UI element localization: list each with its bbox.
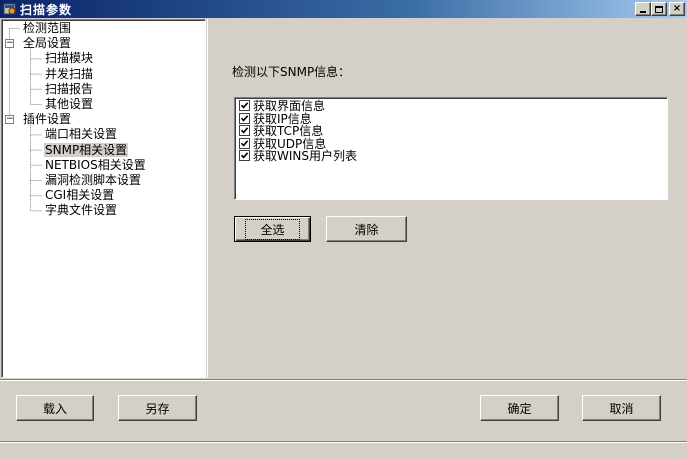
tree-item[interactable]: 漏洞检测脚本设置 [44,173,142,187]
tree-item[interactable]: 端口相关设置 [44,127,118,141]
checkmark-icon [240,127,249,134]
tree-item[interactable]: 插件设置 [22,112,72,126]
title-bar[interactable]: 扫描参数 × [0,0,687,18]
minimize-icon [640,11,646,13]
window-controls: × [635,2,685,16]
snmp-option-row[interactable]: 获取WINS用户列表 [239,149,357,164]
select-all-label: 全选 [245,218,300,240]
cancel-button[interactable]: 取消 [582,395,661,421]
tree-item[interactable]: 字典文件设置 [44,203,118,217]
ok-button[interactable]: 确定 [480,395,559,421]
tree-expander-icon[interactable]: − [5,115,14,125]
load-button[interactable]: 载入 [16,395,94,421]
close-icon: × [672,3,682,14]
checkmark-icon [240,114,249,122]
minimize-button[interactable] [635,2,651,16]
checkbox[interactable] [239,112,250,124]
snmp-options-list[interactable]: 获取界面信息 获取IP信息 获取TCP信息 获取UDP信息 获取WINS用户列表 [234,97,668,200]
tree-item[interactable]: 扫描模块 [44,51,94,65]
select-all-button[interactable]: 全选 [234,216,311,242]
save-as-button[interactable]: 另存 [118,395,197,421]
tree-item[interactable]: 扫描报告 [44,82,94,96]
checkbox[interactable] [239,150,250,162]
cancel-label: 取消 [609,401,634,416]
ok-label: 确定 [507,401,532,416]
snmp-option-label: 获取WINS用户列表 [253,149,357,164]
settings-tree[interactable]: 检测范围 全局设置 − 扫描模块 并发扫描 扫描报告 其他设置 插件设置 − 端口相关设置 SNMP… [1,19,206,378]
tree-item[interactable]: 并发扫描 [44,67,94,81]
app-window-icon [3,2,17,16]
tree-item[interactable]: SNMP相关设置 [44,142,129,157]
tree-item[interactable]: 全局设置 [22,36,72,50]
tree-expander-icon[interactable]: − [5,39,14,49]
status-bar [0,441,687,459]
tree-item[interactable]: NETBIOS相关设置 [44,158,147,172]
tree-item[interactable]: 检测范围 [22,21,72,35]
save-as-label: 另存 [145,401,170,416]
tree-item[interactable]: 其他设置 [44,97,94,111]
panel-divider [0,379,687,381]
maximize-button[interactable] [651,2,667,16]
checkbox[interactable] [239,137,250,149]
checkmark-icon [240,140,249,147]
snmp-section-label: 检测以下SNMP信息： [232,65,351,79]
checkmark-icon [240,152,249,159]
tree-item[interactable]: CGI相关设置 [44,188,115,202]
load-label: 载入 [42,401,67,416]
checkmark-icon [240,102,249,109]
checkbox[interactable] [239,125,250,137]
close-button[interactable]: × [669,2,685,16]
clear-button[interactable]: 清除 [326,216,407,242]
checkbox[interactable] [239,100,250,111]
clear-label: 清除 [354,222,379,237]
window-title: 扫描参数 [20,2,73,17]
maximize-icon [655,5,663,13]
